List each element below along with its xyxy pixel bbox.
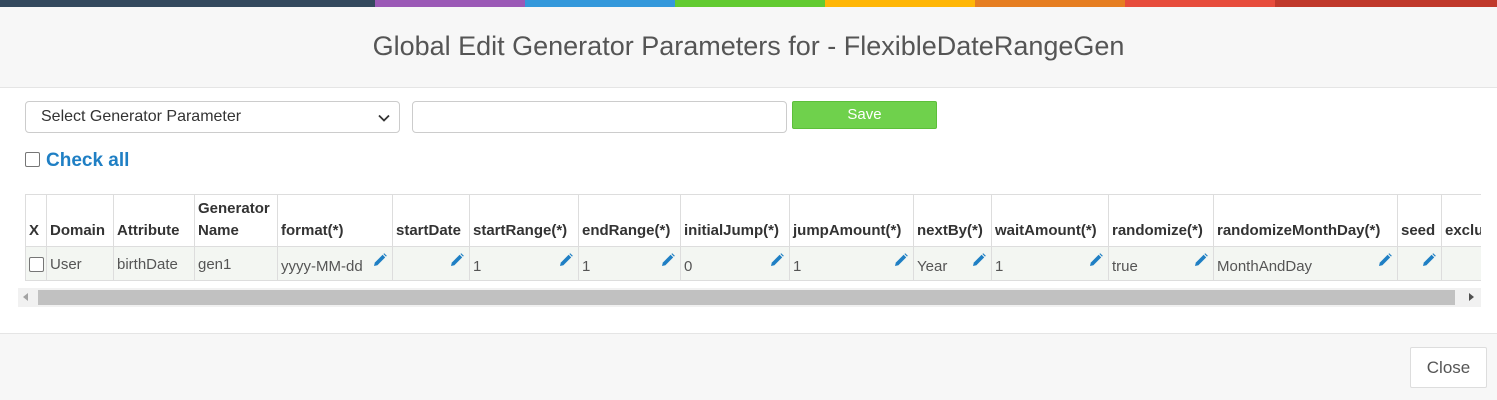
pencil-icon[interactable] — [661, 253, 675, 267]
column-header: Domain — [46, 194, 114, 247]
stripe-segment — [975, 0, 1125, 7]
pencil-icon[interactable] — [1194, 253, 1208, 267]
randomize-value: true — [1112, 258, 1138, 275]
stripe-segment — [825, 0, 975, 7]
stripe-segment — [525, 0, 675, 7]
column-header: randomize(*) — [1108, 194, 1214, 247]
table-header-row: X Domain Attribute Generator Name format… — [25, 194, 1481, 247]
generator-name-cell: gen1 — [194, 246, 278, 281]
randomizemonthday-cell: MonthAndDay — [1213, 246, 1398, 281]
waitamount-value: 1 — [995, 258, 1004, 275]
stripe-segment — [1125, 0, 1275, 7]
row-select-cell — [25, 246, 47, 281]
pencil-icon[interactable] — [1378, 253, 1392, 267]
scroll-left-arrow-icon[interactable] — [23, 293, 28, 301]
initialjump-cell: 0 — [680, 246, 790, 281]
domain-value: User — [50, 256, 82, 273]
chevron-down-icon — [378, 114, 390, 122]
pencil-icon[interactable] — [894, 253, 908, 267]
check-all-link[interactable]: Check all — [46, 150, 129, 172]
color-stripe — [0, 0, 1497, 7]
nextby-value: Year — [917, 258, 948, 275]
column-header: format(*) — [277, 194, 393, 247]
domain-cell: User — [46, 246, 114, 281]
scroll-right-arrow-icon[interactable] — [1469, 293, 1474, 301]
pencil-icon[interactable] — [770, 253, 784, 267]
column-header: waitAmount(*) — [991, 194, 1109, 247]
row-checkbox[interactable] — [29, 256, 44, 272]
exclu-cell — [1441, 246, 1481, 281]
parameter-value-input[interactable] — [412, 101, 787, 133]
stripe-segment — [375, 0, 525, 7]
pencil-icon[interactable] — [450, 253, 464, 267]
save-button[interactable]: Save — [792, 101, 937, 129]
pencil-icon[interactable] — [373, 253, 387, 267]
select-value: Select Generator Parameter — [41, 108, 242, 125]
nextby-cell: Year — [913, 246, 992, 281]
jumpamount-cell: 1 — [789, 246, 914, 281]
modal-footer — [0, 333, 1497, 400]
table-row: User birthDate gen1 yyyy-MM-dd 1 1 0 1 Y… — [25, 246, 1481, 281]
stripe-segment — [0, 0, 375, 7]
startrange-value: 1 — [473, 258, 482, 275]
startdate-cell — [392, 246, 470, 281]
column-header: seed — [1397, 194, 1442, 247]
column-header: Generator Name — [194, 194, 278, 247]
column-header: startRange(*) — [469, 194, 579, 247]
stripe-segment — [675, 0, 825, 7]
modal-header: Global Edit Generator Parameters for - F… — [0, 7, 1497, 88]
seed-cell — [1397, 246, 1442, 281]
parameters-table-container: X Domain Attribute Generator Name format… — [25, 194, 1481, 282]
column-header: Attribute — [113, 194, 195, 247]
column-header: nextBy(*) — [913, 194, 992, 247]
stripe-segment — [1275, 0, 1497, 7]
format-cell: yyyy-MM-dd — [277, 246, 393, 281]
column-header: jumpAmount(*) — [789, 194, 914, 247]
endrange-value: 1 — [582, 258, 591, 275]
column-header: startDate — [392, 194, 470, 247]
jumpamount-value: 1 — [793, 258, 802, 275]
pencil-icon[interactable] — [1422, 253, 1436, 267]
parameters-table: X Domain Attribute Generator Name format… — [25, 194, 1481, 281]
column-header: exclu — [1441, 194, 1481, 247]
waitamount-cell: 1 — [991, 246, 1109, 281]
pencil-icon[interactable] — [559, 253, 573, 267]
column-header: initialJump(*) — [680, 194, 790, 247]
column-header: randomizeMonthDay(*) — [1213, 194, 1398, 247]
generator-parameter-select[interactable]: Select Generator Parameter — [25, 101, 400, 133]
generator-name-value: gen1 — [198, 256, 232, 273]
column-header: X — [25, 194, 47, 247]
initialjump-value: 0 — [684, 258, 693, 275]
attribute-value: birthDate — [117, 256, 178, 273]
horizontal-scrollbar[interactable] — [18, 288, 1481, 307]
format-value: yyyy-MM-dd — [281, 258, 363, 275]
column-header: endRange(*) — [578, 194, 681, 247]
scrollbar-thumb[interactable] — [38, 290, 1455, 305]
pencil-icon[interactable] — [1089, 253, 1103, 267]
attribute-cell: birthDate — [113, 246, 195, 281]
startrange-cell: 1 — [469, 246, 579, 281]
check-all-checkbox[interactable] — [25, 152, 40, 167]
randomizemonthday-value: MonthAndDay — [1217, 258, 1313, 275]
close-button[interactable]: Close — [1410, 347, 1487, 388]
modal-title: Global Edit Generator Parameters for - F… — [372, 31, 1125, 61]
randomize-cell: true — [1108, 246, 1214, 281]
pencil-icon[interactable] — [972, 253, 986, 267]
endrange-cell: 1 — [578, 246, 681, 281]
